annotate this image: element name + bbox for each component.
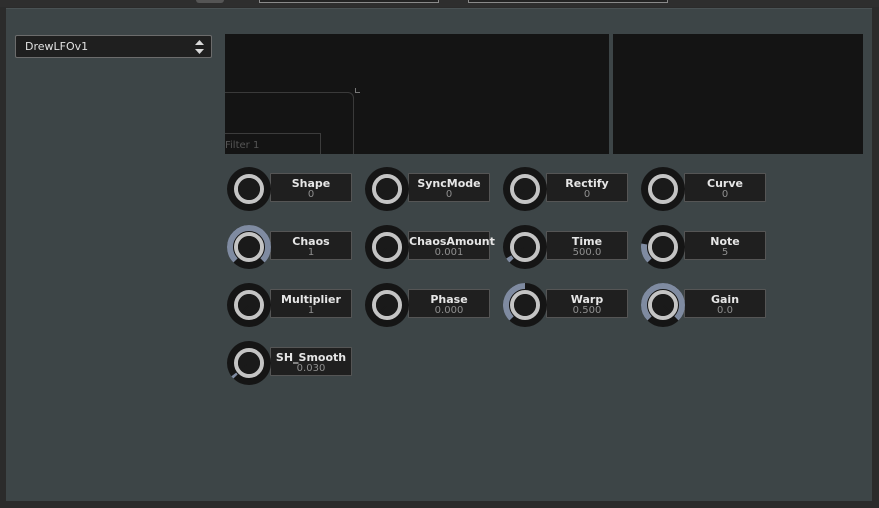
param-warp: Warp 0.500 <box>501 281 629 331</box>
param-value: 1 <box>307 247 315 258</box>
knob-icon[interactable] <box>225 165 273 213</box>
param-value: 0 <box>721 189 729 200</box>
param-value-box[interactable]: Time 500.0 <box>546 231 628 260</box>
host-toolbar <box>0 0 879 7</box>
param-value-box[interactable]: Rectify 0 <box>546 173 628 202</box>
param-phase: Phase 0.000 <box>363 281 491 331</box>
param-value-box[interactable]: Shape 0 <box>270 173 352 202</box>
knob-icon[interactable] <box>501 165 549 213</box>
knob-icon[interactable] <box>225 339 273 387</box>
param-value: 0.001 <box>434 247 464 258</box>
param-value: 0.030 <box>296 363 326 374</box>
param-value-box[interactable]: ChaosAmount 0.001 <box>408 231 495 260</box>
param-gain: Gain 0.0 <box>639 281 767 331</box>
knob-icon[interactable] <box>639 223 687 271</box>
param-chaosamount: ChaosAmount 0.001 <box>363 223 495 273</box>
param-time: Time 500.0 <box>501 223 629 273</box>
host-toolbar-field[interactable] <box>468 0 668 3</box>
param-chaos: Chaos 1 <box>225 223 353 273</box>
param-value-box[interactable]: Note 5 <box>684 231 766 260</box>
param-syncmode: SyncMode 0 <box>363 165 491 215</box>
param-sh-smooth: SH_Smooth 0.030 <box>225 339 353 389</box>
corner-marker <box>355 88 360 93</box>
preset-selector[interactable]: DrewLFOv1 <box>15 35 212 58</box>
param-multiplier: Multiplier 1 <box>225 281 353 331</box>
param-value: 0.000 <box>434 305 464 316</box>
knob-icon[interactable] <box>363 165 411 213</box>
filter-label[interactable]: Filter 1 <box>225 133 321 154</box>
param-rectify: Rectify 0 <box>501 165 629 215</box>
param-value-box[interactable]: SyncMode 0 <box>408 173 490 202</box>
host-toolbar-button[interactable] <box>196 0 224 3</box>
knob-icon[interactable] <box>363 223 411 271</box>
param-value: 5 <box>721 247 729 258</box>
param-value-box[interactable]: SH_Smooth 0.030 <box>270 347 352 376</box>
param-note: Note 5 <box>639 223 767 273</box>
param-value: 0.0 <box>717 305 733 316</box>
knob-icon[interactable] <box>501 281 549 329</box>
param-value-box[interactable]: Gain 0.0 <box>684 289 766 318</box>
knob-icon[interactable] <box>501 223 549 271</box>
param-value: 500.0 <box>572 247 602 258</box>
knob-icon[interactable] <box>225 223 273 271</box>
lfo-display[interactable]: Filter 1 <box>225 34 609 154</box>
param-shape: Shape 0 <box>225 165 353 215</box>
param-value: 0 <box>445 189 453 200</box>
param-value: 0.500 <box>572 305 602 316</box>
knob-icon[interactable] <box>639 165 687 213</box>
knob-icon[interactable] <box>639 281 687 329</box>
param-curve: Curve 0 <box>639 165 767 215</box>
param-value: 1 <box>307 305 315 316</box>
plugin-panel: DrewLFOv1 Filter 1 Shape 0 SyncMode 0 Rectif… <box>6 8 872 501</box>
param-value: 0 <box>583 189 591 200</box>
param-value-box[interactable]: Curve 0 <box>684 173 766 202</box>
param-value-box[interactable]: Warp 0.500 <box>546 289 628 318</box>
up-down-arrows-icon <box>195 40 204 54</box>
side-display <box>613 34 863 154</box>
knob-icon[interactable] <box>363 281 411 329</box>
param-value: 0 <box>307 189 315 200</box>
host-toolbar-field[interactable] <box>259 0 439 3</box>
preset-selected-label: DrewLFOv1 <box>25 40 89 53</box>
param-value-box[interactable]: Chaos 1 <box>270 231 352 260</box>
knob-icon[interactable] <box>225 281 273 329</box>
param-value-box[interactable]: Multiplier 1 <box>270 289 352 318</box>
param-value-box[interactable]: Phase 0.000 <box>408 289 490 318</box>
